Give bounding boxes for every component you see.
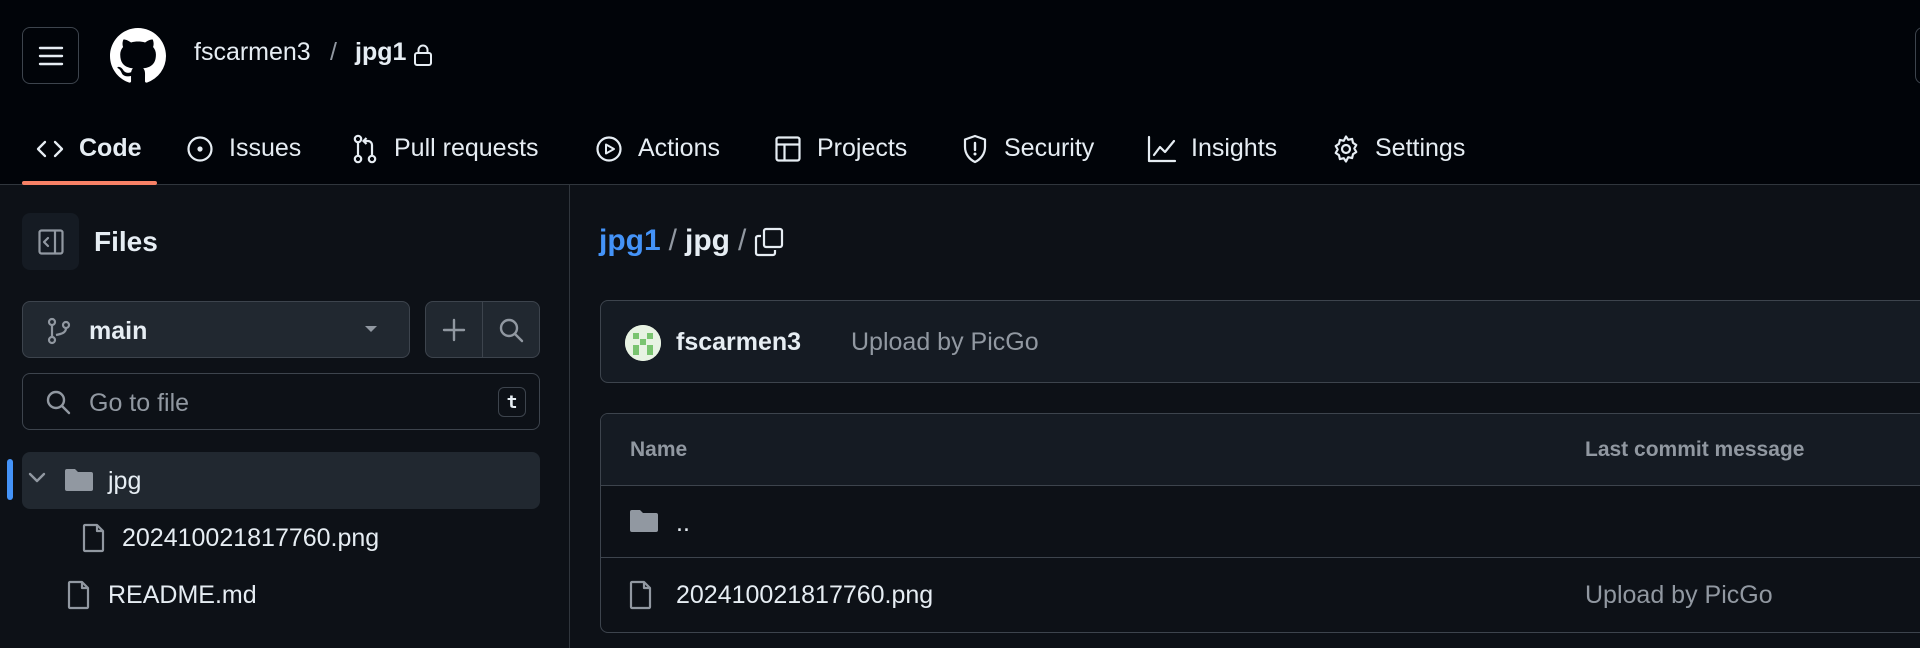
table-icon <box>773 134 803 164</box>
search-code-button[interactable] <box>482 302 539 357</box>
code-icon <box>35 134 65 164</box>
parent-directory-link[interactable]: .. <box>676 509 690 538</box>
selected-item-indicator <box>7 459 13 500</box>
header-right-button[interactable] <box>1915 27 1920 84</box>
branch-name: main <box>89 317 148 345</box>
sidebar-collapse-icon <box>37 228 65 256</box>
repo-link[interactable]: jpg1 <box>355 38 406 67</box>
file-icon <box>82 523 106 553</box>
shield-icon <box>960 134 990 164</box>
tab-actions[interactable]: Actions <box>594 112 720 185</box>
search-icon <box>45 389 71 415</box>
branch-selector[interactable]: main <box>22 301 410 358</box>
tree-item-label: 202410021817760.png <box>122 524 380 552</box>
tab-projects[interactable]: Projects <box>773 112 907 185</box>
file-actions-group <box>425 301 540 358</box>
folder-icon <box>629 508 659 534</box>
commit-author[interactable]: fscarmen3 <box>676 328 801 357</box>
file-table: Name Last commit message .. 202410021817… <box>600 413 1920 633</box>
git-pull-request-icon <box>350 134 380 164</box>
row-commit-message[interactable]: Upload by PicGo <box>1585 581 1773 610</box>
git-branch-icon <box>47 317 71 345</box>
copy-path-icon[interactable] <box>754 227 784 257</box>
add-file-button[interactable] <box>426 302 482 357</box>
tab-security[interactable]: Security <box>960 112 1094 185</box>
breadcrumb-current-dir: jpg <box>685 224 731 257</box>
commit-message[interactable]: Upload by PicGo <box>851 328 1039 357</box>
menu-button[interactable] <box>22 27 79 84</box>
caret-down-icon <box>363 324 379 334</box>
search-icon <box>498 317 524 343</box>
lock-icon <box>412 43 434 67</box>
plus-icon <box>442 318 466 342</box>
file-icon <box>629 580 653 610</box>
file-name-link[interactable]: 202410021817760.png <box>676 581 933 610</box>
play-icon <box>594 134 624 164</box>
tab-issues[interactable]: Issues <box>185 112 301 185</box>
shortcut-key-badge: t <box>498 387 526 417</box>
files-heading: Files <box>94 226 158 257</box>
file-tree-sidebar: Files main Go to file t jpg 202410021817… <box>0 185 570 648</box>
table-row[interactable]: 202410021817760.png Upload by PicGo <box>601 558 1920 630</box>
tab-code[interactable]: Code <box>35 112 142 185</box>
breadcrumb-separator: / <box>738 224 747 257</box>
github-logo-icon[interactable] <box>110 28 166 84</box>
go-to-file-placeholder: Go to file <box>89 389 190 417</box>
gear-icon <box>1331 134 1361 164</box>
tab-label: Projects <box>817 134 908 162</box>
repo-header: fscarmen3 / jpg1 Code Issues Pull reques… <box>0 0 1920 185</box>
tab-settings[interactable]: Settings <box>1331 112 1465 185</box>
main-content: jpg1 / jpg / fscarmen3 Upload by PicGo N… <box>571 185 1920 648</box>
tab-label: Settings <box>1375 134 1466 162</box>
owner-link[interactable]: fscarmen3 <box>194 38 311 67</box>
latest-commit-box: fscarmen3 Upload by PicGo <box>600 300 1920 383</box>
tree-item-label: README.md <box>108 581 257 609</box>
tab-label: Issues <box>229 134 302 162</box>
tree-item-png-file[interactable]: 202410021817760.png <box>22 509 540 566</box>
graph-icon <box>1147 134 1177 164</box>
breadcrumb-separator: / <box>330 38 337 66</box>
tab-label: Pull requests <box>394 134 539 162</box>
go-to-file-input[interactable]: Go to file t <box>22 373 540 430</box>
table-header: Name Last commit message <box>601 414 1920 486</box>
avatar[interactable] <box>625 325 661 361</box>
column-header-name: Name <box>630 438 688 461</box>
tab-label: Code <box>79 134 142 162</box>
file-icon <box>67 580 91 610</box>
collapse-sidebar-button[interactable] <box>22 213 79 270</box>
table-row[interactable]: .. <box>601 486 1920 558</box>
tab-label: Insights <box>1191 134 1278 162</box>
breadcrumb: jpg1 / jpg / <box>599 224 754 258</box>
chevron-down-icon[interactable] <box>28 472 46 484</box>
repo-nav-tabs: Code Issues Pull requests Actions Projec… <box>0 112 1920 185</box>
tab-insights[interactable]: Insights <box>1147 112 1277 185</box>
tab-label: Security <box>1004 134 1095 162</box>
hamburger-icon <box>38 45 64 67</box>
breadcrumb-repo-link[interactable]: jpg1 <box>599 224 661 258</box>
tree-item-jpg-folder[interactable]: jpg <box>22 452 540 509</box>
folder-open-icon <box>64 467 94 493</box>
tab-label: Actions <box>638 134 720 162</box>
column-header-last-commit: Last commit message <box>1585 438 1805 461</box>
breadcrumb-separator: / <box>668 224 678 257</box>
tree-item-readme-file[interactable]: README.md <box>22 566 540 623</box>
tree-item-label: jpg <box>108 467 142 495</box>
tab-pull-requests[interactable]: Pull requests <box>350 112 539 185</box>
issue-opened-icon <box>185 134 215 164</box>
